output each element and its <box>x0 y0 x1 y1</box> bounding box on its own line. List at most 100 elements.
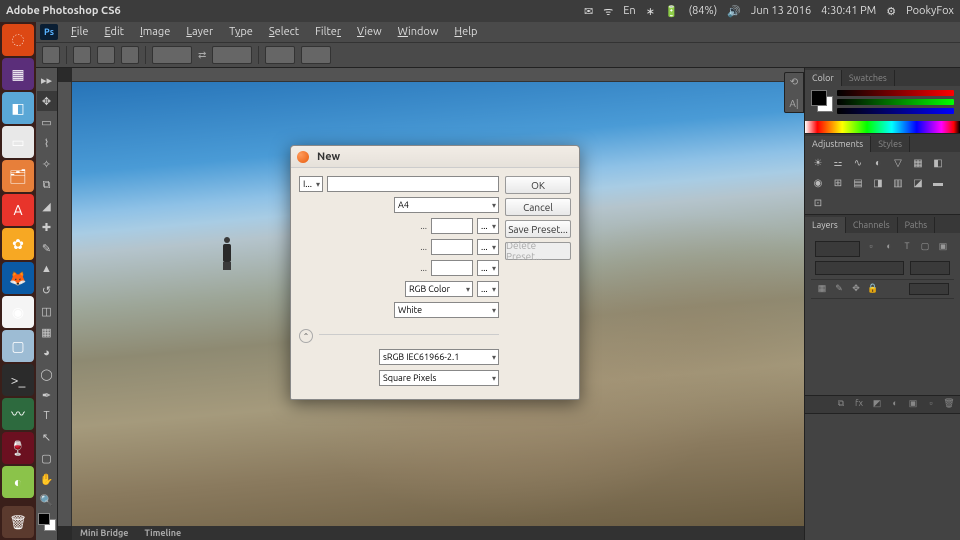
resolution-units-select[interactable]: ... <box>477 260 499 276</box>
cancel-button[interactable]: Cancel <box>505 198 571 216</box>
launcher-chrome[interactable]: ◉ <box>2 296 34 328</box>
width-input[interactable] <box>431 218 473 234</box>
adj-photo-filter-icon[interactable]: ◉ <box>811 176 825 190</box>
name-input[interactable] <box>327 176 499 192</box>
menu-layer[interactable]: Layer <box>179 24 220 40</box>
slider-blue[interactable] <box>837 108 954 114</box>
adj-gradient-map-icon[interactable]: ▬ <box>931 176 945 190</box>
resolution-input[interactable] <box>431 260 473 276</box>
tool-eyedropper[interactable]: ◢ <box>37 196 57 216</box>
tool-hand[interactable]: ✋ <box>37 469 57 489</box>
tool-brush[interactable]: ✎ <box>37 238 57 258</box>
opt-icon-1[interactable] <box>73 46 91 64</box>
adj-lookup-icon[interactable]: ▤ <box>851 176 865 190</box>
menu-select[interactable]: Select <box>262 24 306 40</box>
launcher-wine[interactable]: 🍷 <box>2 432 34 464</box>
lock-all-icon[interactable]: 🔒 <box>867 283 879 295</box>
tab-paths[interactable]: Paths <box>898 217 936 233</box>
tool-type[interactable]: T <box>37 406 57 426</box>
opt-icon-2[interactable] <box>97 46 115 64</box>
tool-path[interactable]: ↖ <box>37 427 57 447</box>
adj-vibrance-icon[interactable]: ▽ <box>891 156 905 170</box>
color-profile-select[interactable]: sRGB IEC61966-2.1 <box>379 349 499 365</box>
tab-layers[interactable]: Layers <box>805 217 846 233</box>
new-layer-icon[interactable]: ▫ <box>924 398 938 412</box>
save-preset-button[interactable]: Save Preset... <box>505 220 571 238</box>
wifi-icon[interactable]: ᯤ <box>603 4 613 19</box>
adj-levels-icon[interactable]: ⚍ <box>831 156 845 170</box>
advanced-toggle[interactable]: ⌃ <box>299 329 313 343</box>
slider-red[interactable] <box>837 90 954 96</box>
launcher-android[interactable]: ◐ <box>2 466 34 498</box>
layer-fx-icon[interactable]: fx <box>852 398 866 412</box>
adj-hue-icon[interactable]: ▦ <box>911 156 925 170</box>
slider-green[interactable] <box>837 99 954 105</box>
tool-gradient[interactable]: ▦ <box>37 322 57 342</box>
gear-icon[interactable]: ⚙ <box>886 5 896 18</box>
tab-color[interactable]: Color <box>805 70 842 86</box>
ruler-horizontal[interactable] <box>72 68 804 82</box>
user-name[interactable]: PookyFox <box>906 5 954 17</box>
history-icon[interactable]: ⟲ <box>788 76 800 88</box>
launcher-app9[interactable]: ▢ <box>2 330 34 362</box>
preset-select[interactable]: A4 <box>394 197 499 213</box>
menu-help[interactable]: Help <box>447 24 484 40</box>
opt-height-field[interactable] <box>212 46 252 64</box>
color-mode-select[interactable]: RGB Color <box>405 281 473 297</box>
swap-wh-icon[interactable]: ⇄ <box>198 49 206 61</box>
adj-channel-mixer-icon[interactable]: ⊞ <box>831 176 845 190</box>
height-units-select[interactable]: ... <box>477 239 499 255</box>
background-select[interactable]: White <box>394 302 499 318</box>
launcher-terminal[interactable]: >_ <box>2 364 34 396</box>
tool-pen[interactable]: ✒ <box>37 385 57 405</box>
tab-styles[interactable]: Styles <box>871 136 910 152</box>
opacity-field[interactable] <box>910 261 950 275</box>
tool-handle[interactable]: ▸▸ <box>37 70 57 90</box>
blend-mode-select[interactable] <box>815 261 904 275</box>
opt-icon-3[interactable] <box>121 46 139 64</box>
fg-bg-swatch[interactable] <box>38 513 56 531</box>
tab-adjustments[interactable]: Adjustments <box>805 136 871 152</box>
mail-icon[interactable]: ✉ <box>584 5 593 18</box>
ok-button[interactable]: OK <box>505 176 571 194</box>
name-label-select[interactable]: I... <box>299 176 323 192</box>
launcher-trash[interactable]: 🗑 <box>2 506 34 538</box>
tool-dodge[interactable]: ◯ <box>37 364 57 384</box>
adj-invert-icon[interactable]: ◨ <box>871 176 885 190</box>
tool-history-brush[interactable]: ↺ <box>37 280 57 300</box>
volume-icon[interactable]: 🔊 <box>727 5 741 18</box>
menu-view[interactable]: View <box>350 24 389 40</box>
new-group-icon[interactable]: ▣ <box>906 398 920 412</box>
tool-heal[interactable]: ✚ <box>37 217 57 237</box>
filter-smart-icon[interactable]: ▣ <box>936 241 950 255</box>
tool-crop[interactable]: ⧉ <box>37 175 57 195</box>
tab-channels[interactable]: Channels <box>846 217 898 233</box>
launcher-app6[interactable]: ✿ <box>2 228 34 260</box>
menu-file[interactable]: File <box>64 24 95 40</box>
launcher-files[interactable]: 🗂 <box>2 160 34 192</box>
ruler-vertical[interactable] <box>58 82 72 526</box>
filter-adjust-icon[interactable]: ◐ <box>882 241 896 255</box>
clock-time[interactable]: 4:30:41 PM <box>821 5 876 17</box>
launcher-app3[interactable]: ▭ <box>2 126 34 158</box>
dialog-titlebar[interactable]: New <box>291 146 579 168</box>
launcher-firefox[interactable]: 🦊 <box>2 262 34 294</box>
tool-stamp[interactable]: ▲ <box>37 259 57 279</box>
launcher-app2[interactable]: ◧ <box>2 92 34 124</box>
link-layers-icon[interactable]: ⧉ <box>834 398 848 412</box>
opt-dropdown-1[interactable] <box>265 46 295 64</box>
delete-layer-icon[interactable]: 🗑 <box>942 398 956 412</box>
menu-edit[interactable]: Edit <box>97 24 131 40</box>
tool-move[interactable]: ✥ <box>37 91 57 111</box>
pixel-aspect-select[interactable]: Square Pixels <box>379 370 499 386</box>
menu-image[interactable]: Image <box>133 24 177 40</box>
lock-pixels-icon[interactable]: ✎ <box>833 283 845 295</box>
color-fgbg-swatch[interactable] <box>811 90 833 112</box>
battery-icon[interactable]: 🔋 <box>665 5 679 18</box>
new-fill-icon[interactable]: ◐ <box>888 398 902 412</box>
adj-exposure-icon[interactable]: ◐ <box>871 156 885 170</box>
tool-lasso[interactable]: ⌇ <box>37 133 57 153</box>
tool-eraser[interactable]: ◫ <box>37 301 57 321</box>
launcher-app5[interactable]: A <box>2 194 34 226</box>
lock-transparent-icon[interactable]: ▦ <box>816 283 828 295</box>
